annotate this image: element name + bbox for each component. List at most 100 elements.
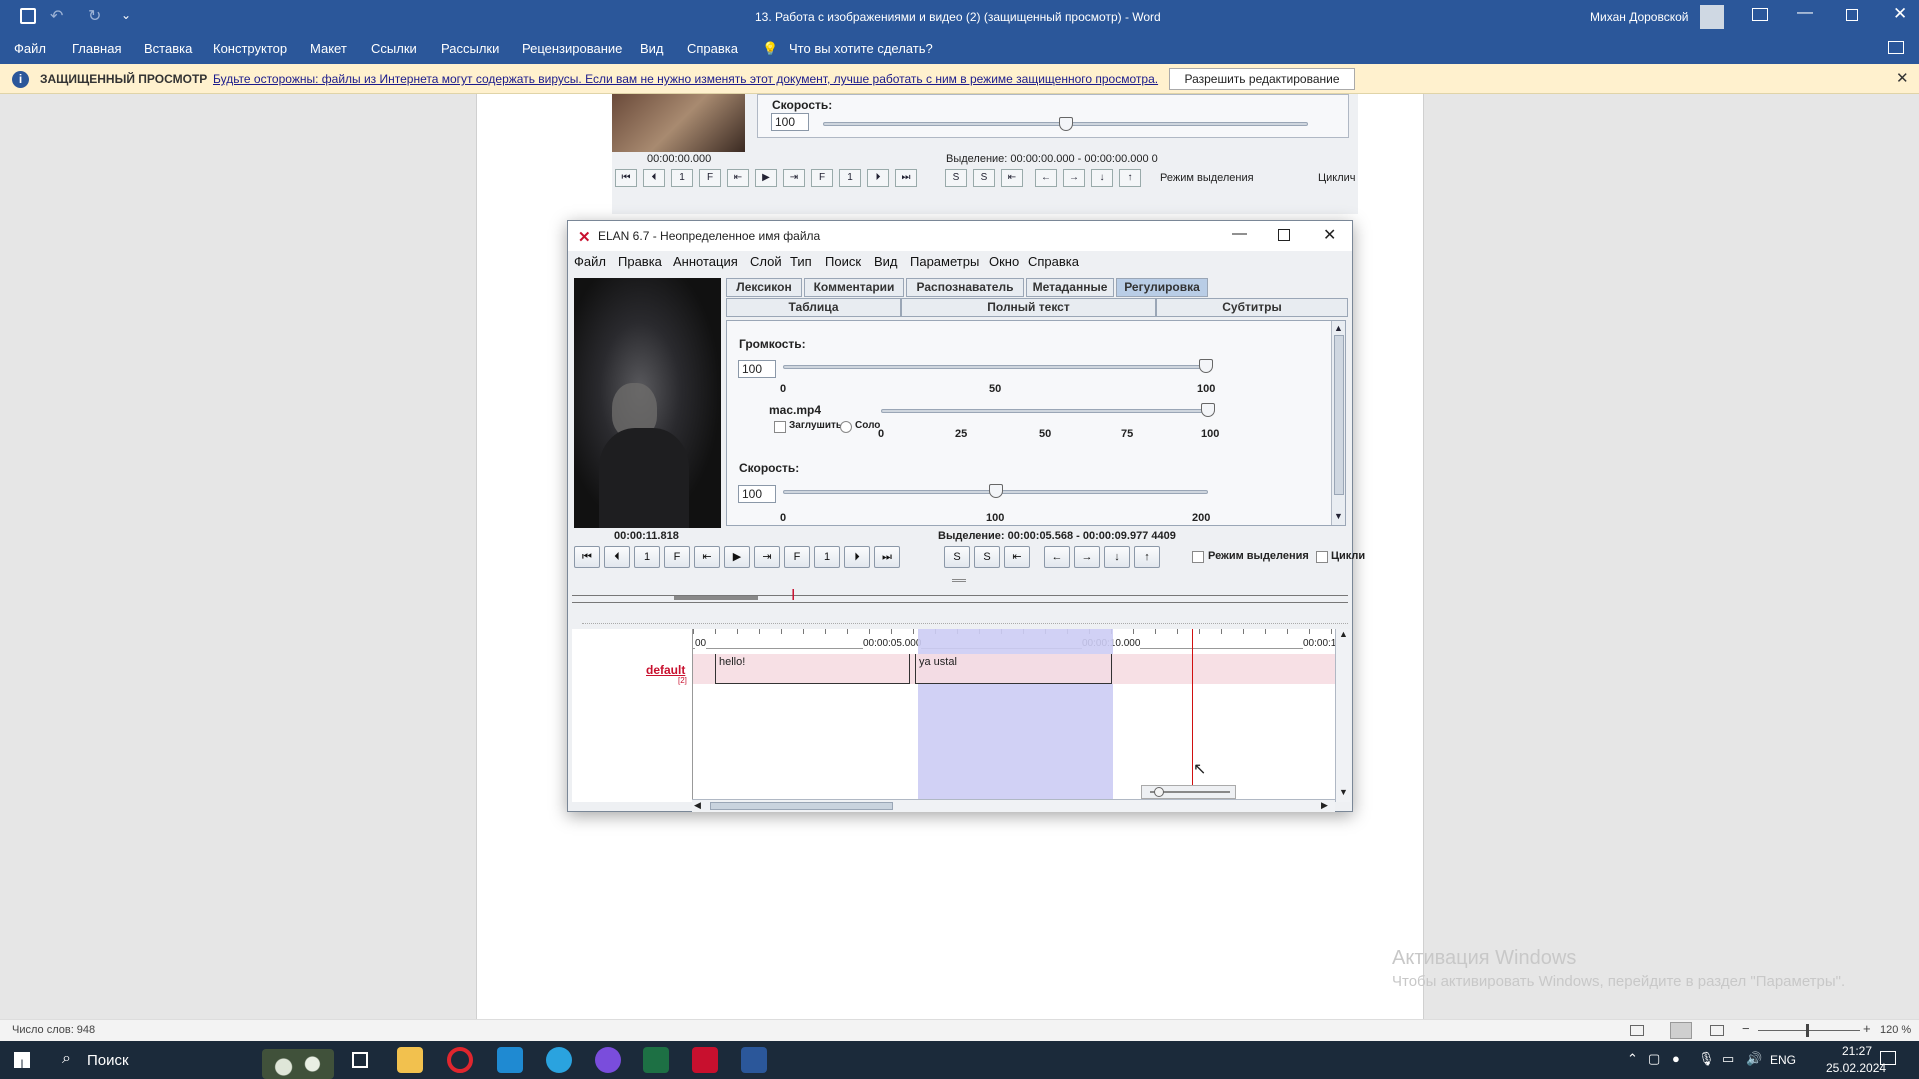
- next-boundary-button[interactable]: ⇥: [754, 546, 780, 568]
- redo-icon[interactable]: ↻: [88, 6, 101, 26]
- tab-layout[interactable]: Макет: [310, 41, 347, 56]
- scroll-up-icon[interactable]: ▲: [1339, 629, 1348, 639]
- undo-icon[interactable]: ↶: [50, 6, 63, 26]
- restore-icon[interactable]: [1846, 9, 1858, 21]
- tab-lexicon[interactable]: Лексикон: [726, 278, 802, 297]
- tab-comments[interactable]: Комментарии: [804, 278, 904, 297]
- video-player[interactable]: [574, 278, 721, 528]
- tier-name[interactable]: default: [646, 663, 685, 677]
- tray-chevron-icon[interactable]: ⌃: [1627, 1051, 1638, 1067]
- forward-frame-button[interactable]: F: [784, 546, 810, 568]
- tab-insert[interactable]: Вставка: [144, 41, 192, 56]
- elan-menu-window[interactable]: Окно: [989, 254, 1019, 269]
- elan-menu-annotation[interactable]: Аннотация: [673, 254, 738, 269]
- taskbar-search[interactable]: Поиск: [87, 1052, 129, 1069]
- selection-boundary-button[interactable]: ⇤: [1004, 546, 1030, 568]
- tray-app-icon[interactable]: ●: [1672, 1051, 1680, 1066]
- zoom-slider[interactable]: [1141, 785, 1236, 799]
- clear-selection-button[interactable]: S: [974, 546, 1000, 568]
- scroll-up-icon[interactable]: ▲: [1334, 323, 1343, 333]
- timeline-hscrollbar[interactable]: ◀ ▶: [692, 799, 1335, 812]
- windows-start-icon[interactable]: [14, 1052, 30, 1068]
- go-to-end-button[interactable]: ⏭: [874, 546, 900, 568]
- close-icon[interactable]: ✕: [1893, 4, 1907, 24]
- close-bar-icon[interactable]: ✕: [1896, 69, 1909, 87]
- avatar[interactable]: [1700, 5, 1724, 29]
- tier-up-button[interactable]: ↑: [1134, 546, 1160, 568]
- solo-radio[interactable]: [840, 421, 852, 433]
- read-mode-icon[interactable]: [1630, 1025, 1644, 1036]
- loop-checkbox[interactable]: [1316, 551, 1328, 563]
- back-frame-button[interactable]: F: [664, 546, 690, 568]
- zoom-in-icon[interactable]: +: [1863, 1021, 1871, 1036]
- tab-recognizer[interactable]: Распознаватель: [906, 278, 1024, 297]
- vscode-icon[interactable]: [497, 1047, 523, 1073]
- tab-full-text[interactable]: Полный текст: [901, 298, 1156, 317]
- scroll-left-icon[interactable]: ◀: [694, 800, 701, 811]
- zoom-out-icon[interactable]: −: [1742, 1021, 1750, 1036]
- timeline-viewer[interactable]: 00 00:00:05.000 00:00:10.000 00:00:1 hel…: [692, 629, 1335, 802]
- enable-editing-button[interactable]: Разрешить редактирование: [1169, 68, 1355, 90]
- opera-icon[interactable]: [447, 1047, 473, 1073]
- prev-boundary-button[interactable]: ⇤: [694, 546, 720, 568]
- controls-scrollbar[interactable]: ▲ ▼: [1331, 321, 1345, 525]
- media-volume-track[interactable]: [881, 409, 1211, 413]
- elan-menu-edit[interactable]: Правка: [618, 254, 662, 269]
- protected-message-link[interactable]: Будьте осторожны: файлы из Интернета мог…: [213, 72, 1158, 86]
- tab-design[interactable]: Конструктор: [213, 41, 287, 56]
- volume-thumb[interactable]: [1199, 359, 1213, 373]
- tab-grid[interactable]: Таблица: [726, 298, 901, 317]
- zoom-slider-track[interactable]: [1758, 1030, 1860, 1031]
- discord-like-icon[interactable]: [595, 1047, 621, 1073]
- network-icon[interactable]: ▭: [1722, 1051, 1734, 1067]
- tab-review[interactable]: Рецензирование: [522, 41, 622, 56]
- zoom-slider-thumb[interactable]: [1806, 1024, 1809, 1037]
- tab-metadata[interactable]: Метаданные: [1026, 278, 1114, 297]
- prev-annotation-button[interactable]: ←: [1044, 546, 1070, 568]
- language-indicator[interactable]: ENG: [1770, 1053, 1796, 1067]
- speed-thumb[interactable]: [989, 484, 1003, 498]
- scroll-down-icon[interactable]: ▼: [1334, 511, 1343, 521]
- elan-menu-search[interactable]: Поиск: [825, 254, 861, 269]
- tell-me-search[interactable]: Что вы хотите сделать?: [789, 41, 933, 56]
- search-icon[interactable]: ⌕: [62, 1050, 71, 1068]
- tab-help[interactable]: Справка: [687, 41, 738, 56]
- telegram-icon[interactable]: [546, 1047, 572, 1073]
- tab-home[interactable]: Главная: [72, 41, 121, 56]
- tab-mailings[interactable]: Рассылки: [441, 41, 499, 56]
- notifications-icon[interactable]: [1880, 1051, 1896, 1065]
- selection-mode-checkbox[interactable]: [1192, 551, 1204, 563]
- elan-close-icon[interactable]: ✕: [1323, 225, 1336, 245]
- elan-minimize-icon[interactable]: —: [1232, 225, 1247, 242]
- elan-menu-file[interactable]: Файл: [574, 254, 606, 269]
- word-taskbar-icon[interactable]: [741, 1047, 767, 1073]
- save-icon[interactable]: [20, 8, 36, 24]
- volume-track[interactable]: [783, 365, 1208, 369]
- splitter-handle[interactable]: [952, 579, 966, 582]
- word-count[interactable]: Число слов: 948: [12, 1024, 95, 1036]
- next-annotation-button[interactable]: →: [1074, 546, 1100, 568]
- previous-frame-button[interactable]: ⏴: [604, 546, 630, 568]
- tray-meet-icon[interactable]: ▢: [1648, 1051, 1660, 1067]
- play-button[interactable]: ▶: [724, 546, 750, 568]
- print-layout-icon[interactable]: [1670, 1022, 1692, 1039]
- scroll-down-icon[interactable]: ▼: [1339, 787, 1348, 797]
- tab-controls[interactable]: Регулировка: [1116, 278, 1208, 297]
- tab-file[interactable]: Файл: [14, 41, 46, 56]
- timeline-vscrollbar[interactable]: ▲ ▼: [1335, 629, 1350, 802]
- hscroll-thumb[interactable]: [710, 802, 893, 810]
- file-explorer-icon[interactable]: [397, 1047, 423, 1073]
- quick-access-menu-icon[interactable]: ⌄: [121, 8, 131, 22]
- clock-date[interactable]: 25.02.2024: [1826, 1061, 1886, 1075]
- forward-1s-button[interactable]: 1: [814, 546, 840, 568]
- elan-window[interactable]: ✕ ELAN 6.7 - Неопределенное имя файла — …: [567, 220, 1365, 812]
- scroll-right-icon[interactable]: ▶: [1321, 800, 1328, 811]
- elan-menu-type[interactable]: Тип: [790, 254, 812, 269]
- back-1s-button[interactable]: 1: [634, 546, 660, 568]
- clock-time[interactable]: 21:27: [1842, 1044, 1872, 1058]
- tier-down-button[interactable]: ↓: [1104, 546, 1130, 568]
- next-frame-button[interactable]: ⏵: [844, 546, 870, 568]
- scroll-thumb[interactable]: [1334, 335, 1344, 495]
- user-name[interactable]: Михан Доровской: [1590, 10, 1688, 24]
- speed-input[interactable]: 100: [738, 485, 776, 503]
